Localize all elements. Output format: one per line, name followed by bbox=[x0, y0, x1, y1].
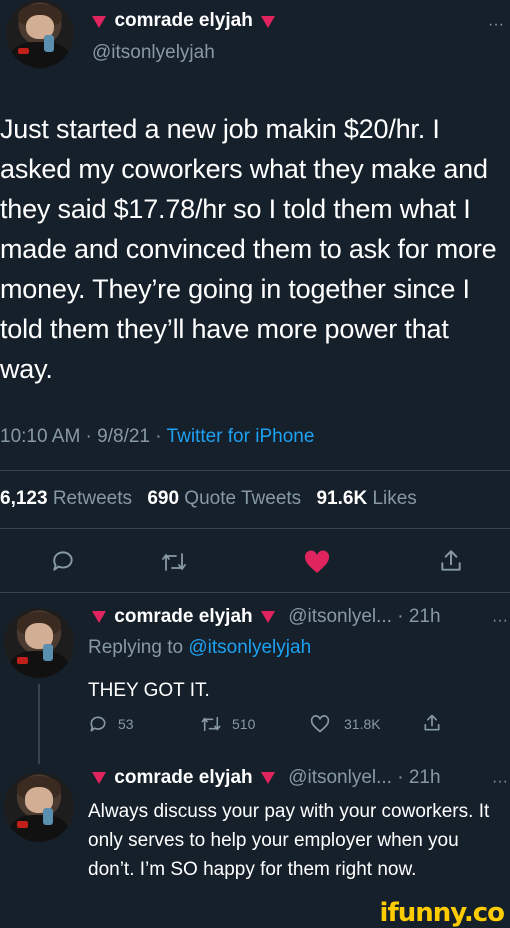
more-options-icon[interactable]: ··· bbox=[488, 16, 504, 34]
red-triangle-icon bbox=[92, 771, 106, 784]
share-icon[interactable] bbox=[438, 548, 464, 574]
reply-count: 53 bbox=[118, 716, 134, 732]
tweet-text: Just started a new job makin $20/hr. I a… bbox=[0, 114, 497, 384]
reply-icon[interactable] bbox=[88, 714, 108, 734]
handle-and-time[interactable]: @itsonlyel... · 21h bbox=[288, 767, 440, 788]
tweet-metadata: 10:10 AM · 9/8/21 · Twitter for iPhone bbox=[0, 426, 315, 447]
tweet-stats: 6,123 Retweets 690 Quote Tweets 91.6K Li… bbox=[0, 488, 417, 510]
more-options-icon[interactable]: ··· bbox=[492, 773, 508, 791]
reply-icon[interactable] bbox=[50, 548, 76, 574]
like-icon[interactable] bbox=[310, 714, 330, 734]
red-triangle-icon bbox=[261, 15, 276, 28]
divider bbox=[0, 470, 510, 471]
quote-tweets-stat[interactable]: 690 Quote Tweets bbox=[147, 488, 301, 509]
ifunny-watermark: ifunny.co bbox=[379, 898, 505, 928]
like-heart-icon[interactable] bbox=[304, 550, 330, 574]
divider bbox=[0, 592, 510, 593]
tweet-time: 10:10 AM bbox=[0, 426, 81, 447]
replying-to-handle[interactable]: @itsonlyelyjah bbox=[188, 637, 311, 658]
display-name-text[interactable]: comrade elyjah bbox=[114, 767, 252, 788]
retweets-stat[interactable]: 6,123 Retweets bbox=[0, 488, 132, 509]
red-triangle-icon bbox=[260, 771, 275, 784]
retweet-icon[interactable] bbox=[160, 550, 188, 574]
replying-to: Replying to @itsonlyelyjah bbox=[88, 637, 312, 658]
red-triangle-icon bbox=[92, 15, 106, 28]
reply-header: comrade elyjah @itsonlyel... · 21h bbox=[92, 767, 441, 789]
display-name-text: comrade elyjah bbox=[114, 10, 253, 31]
tweet-source[interactable]: Twitter for iPhone bbox=[167, 426, 315, 447]
share-icon[interactable] bbox=[422, 712, 442, 734]
retweet-count: 510 bbox=[232, 716, 256, 732]
thread-line bbox=[38, 684, 40, 764]
display-name[interactable]: comrade elyjah bbox=[92, 10, 276, 32]
reply-text: Always discuss your pay with your cowork… bbox=[88, 801, 490, 880]
more-options-icon[interactable]: ··· bbox=[492, 612, 508, 630]
avatar[interactable] bbox=[4, 772, 74, 842]
likes-stat[interactable]: 91.6K Likes bbox=[316, 488, 416, 509]
display-name-text[interactable]: comrade elyjah bbox=[114, 606, 252, 627]
red-triangle-icon bbox=[260, 610, 275, 623]
reply-actions: 53 510 31.8K bbox=[88, 712, 448, 736]
handle[interactable]: @itsonlyelyjah bbox=[92, 42, 215, 64]
avatar[interactable] bbox=[4, 608, 74, 678]
reply-text: THEY GOT IT. bbox=[88, 680, 210, 701]
like-count: 31.8K bbox=[344, 716, 381, 732]
retweet-icon[interactable] bbox=[200, 714, 222, 734]
tweet-date[interactable]: 9/8/21 bbox=[97, 426, 150, 447]
divider bbox=[0, 528, 510, 529]
red-triangle-icon bbox=[92, 610, 106, 623]
avatar[interactable] bbox=[6, 0, 74, 68]
handle-and-time[interactable]: @itsonlyel... · 21h bbox=[288, 606, 440, 627]
reply-header: comrade elyjah @itsonlyel... · 21h bbox=[92, 606, 441, 628]
